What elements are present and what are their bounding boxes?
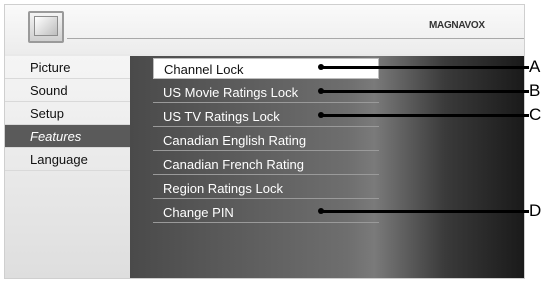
main-menu-item-features[interactable]: Features bbox=[5, 125, 130, 148]
tv-menu-screen: MAGNAVOX Picture Sound Setup Features La… bbox=[4, 4, 525, 279]
tv-icon-glass bbox=[34, 16, 58, 36]
main-menu-item-language[interactable]: Language bbox=[5, 148, 130, 171]
callout-c-line bbox=[321, 114, 529, 117]
callout-c-label: C bbox=[529, 105, 542, 124]
callout-b-label: B bbox=[529, 81, 541, 100]
callout-d-line bbox=[321, 210, 529, 213]
callout-a-label: A bbox=[529, 57, 541, 76]
submenu-item-canadian-french-rating[interactable]: Canadian French Rating bbox=[153, 154, 379, 175]
callout-a-line bbox=[321, 66, 529, 69]
main-menu-item-sound[interactable]: Sound bbox=[5, 79, 130, 102]
brand-logo: MAGNAVOX bbox=[429, 20, 485, 31]
submenu-item-canadian-english-rating[interactable]: Canadian English Rating bbox=[153, 130, 379, 151]
callout-d-label: D bbox=[529, 201, 542, 220]
menu-header: MAGNAVOX bbox=[5, 5, 524, 54]
main-menu-item-setup[interactable]: Setup bbox=[5, 102, 130, 125]
main-menu: Picture Sound Setup Features Language bbox=[5, 56, 130, 278]
submenu-item-region-ratings-lock[interactable]: Region Ratings Lock bbox=[153, 178, 379, 199]
callout-b-line bbox=[321, 90, 529, 93]
tv-icon bbox=[28, 11, 64, 43]
header-divider bbox=[67, 38, 524, 39]
main-menu-item-picture[interactable]: Picture bbox=[5, 56, 130, 79]
